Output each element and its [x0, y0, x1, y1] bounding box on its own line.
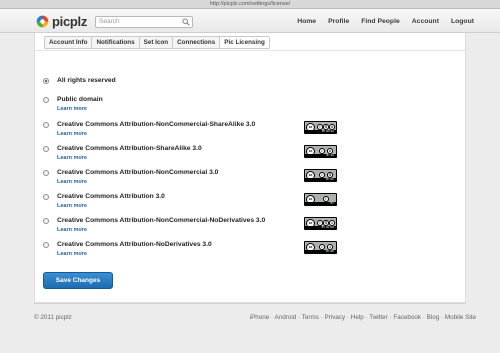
badge-text: BY SA	[305, 154, 336, 157]
license-label: All rights reserved	[57, 77, 116, 84]
logo-text: picplz	[52, 13, 88, 29]
license-option-by-nc: Creative Commons Attribution-NonCommerci…	[43, 169, 453, 189]
license-label: Creative Commons Attribution-ShareAlike …	[57, 145, 202, 152]
picplz-logo-icon	[36, 15, 49, 27]
license-label: Public domain	[57, 96, 103, 103]
badge-text: BY	[305, 202, 336, 205]
nav-find-people[interactable]: Find People	[361, 17, 400, 27]
license-option-public-domain: Public domain Learn more	[43, 96, 453, 116]
license-label: Creative Commons Attribution-NonCommerci…	[57, 121, 256, 128]
cc-by-nc-sa-badge-icon: cc i $ o BY NC SA	[304, 121, 337, 134]
learn-more-link[interactable]: Learn more	[57, 251, 87, 258]
main-nav: Home Profile Find People Account Logout	[285, 17, 474, 27]
site-footer: © 2011 picplz iPhone · Android · Terms ·…	[0, 303, 500, 353]
footer-links: iPhone · Android · Terms · Privacy · Hel…	[249, 314, 476, 321]
footer-link-android[interactable]: Android	[275, 314, 297, 321]
footer-link-help[interactable]: Help	[351, 314, 364, 321]
tab-account-info[interactable]: Account Info	[45, 37, 93, 48]
settings-card: Account Info Notifications Set Icon Conn…	[34, 33, 466, 303]
footer-link-mobile-site[interactable]: Mobile Site	[445, 314, 476, 321]
tab-connections[interactable]: Connections	[173, 37, 221, 48]
search-placeholder: Search	[99, 18, 120, 25]
license-radio[interactable]	[43, 218, 49, 224]
nav-profile[interactable]: Profile	[328, 17, 349, 27]
license-label: Creative Commons Attribution-NonCommerci…	[57, 169, 219, 176]
nav-logout[interactable]: Logout	[451, 17, 474, 27]
footer-link-facebook[interactable]: Facebook	[393, 314, 421, 321]
license-option-all-rights-reserved: All rights reserved	[43, 77, 453, 97]
learn-more-link[interactable]: Learn more	[57, 227, 87, 234]
footer-link-iphone[interactable]: iPhone	[250, 314, 270, 321]
footer-link-terms[interactable]: Terms	[302, 314, 319, 321]
search-input[interactable]: Search	[95, 16, 193, 28]
tabs-divider	[35, 50, 465, 51]
badge-text: BY NC	[305, 178, 336, 181]
search-icon[interactable]	[182, 18, 190, 26]
license-option-by: Creative Commons Attribution 3.0 Learn m…	[43, 193, 453, 213]
tab-set-icon[interactable]: Set Icon	[140, 37, 174, 48]
save-changes-button[interactable]: Save Changes	[43, 272, 113, 289]
license-radio[interactable]	[43, 194, 49, 200]
footer-link-privacy[interactable]: Privacy	[325, 314, 346, 321]
license-option-by-nc-nd: Creative Commons Attribution-NonCommerci…	[43, 217, 453, 237]
settings-tabs: Account Info Notifications Set Icon Conn…	[44, 36, 270, 49]
license-option-by-nc-sa: Creative Commons Attribution-NonCommerci…	[43, 121, 453, 141]
url-text: http://picplz.com/settings/license/	[209, 1, 291, 7]
license-label: Creative Commons Attribution-NoDerivativ…	[57, 241, 212, 248]
footer-divider	[34, 303, 466, 304]
cc-by-sa-badge-icon: cc i o BY SA	[304, 145, 337, 158]
footer-link-twitter[interactable]: Twitter	[369, 314, 388, 321]
license-radio[interactable]	[43, 97, 49, 103]
cc-by-nc-badge-icon: cc i $ BY NC	[304, 169, 337, 182]
badge-text: BY NC SA	[305, 130, 336, 133]
footer-link-blog[interactable]: Blog	[427, 314, 440, 321]
logo[interactable]: picplz	[36, 13, 87, 29]
cc-by-nc-nd-badge-icon: cc i $ = BY NC ND	[304, 217, 337, 230]
license-radio[interactable]	[43, 242, 49, 248]
learn-more-link[interactable]: Learn more	[57, 203, 87, 210]
license-option-by-nd: Creative Commons Attribution-NoDerivativ…	[43, 241, 453, 261]
license-label: Creative Commons Attribution-NonCommerci…	[57, 217, 266, 224]
cc-by-nd-badge-icon: cc i = BY ND	[304, 241, 337, 254]
license-label: Creative Commons Attribution 3.0	[57, 193, 165, 200]
badge-text: BY NC ND	[305, 226, 336, 229]
tab-notifications[interactable]: Notifications	[92, 37, 140, 48]
nav-home[interactable]: Home	[297, 17, 316, 27]
learn-more-link[interactable]: Learn more	[57, 155, 87, 162]
copyright: © 2011 picplz	[34, 314, 72, 321]
learn-more-link[interactable]: Learn more	[57, 106, 87, 113]
browser-url-bar[interactable]: http://picplz.com/settings/license/	[0, 0, 500, 9]
license-radio[interactable]	[43, 170, 49, 176]
learn-more-link[interactable]: Learn more	[57, 179, 87, 186]
learn-more-link[interactable]: Learn more	[57, 131, 87, 138]
tab-pic-licensing[interactable]: Pic Licensing	[220, 37, 269, 48]
badge-text: BY ND	[305, 250, 336, 253]
license-radio[interactable]	[43, 78, 49, 84]
license-option-by-sa: Creative Commons Attribution-ShareAlike …	[43, 145, 453, 165]
license-radio[interactable]	[43, 122, 49, 128]
cc-by-badge-icon: cc i BY	[304, 193, 337, 206]
site-header: picplz Search Home Profile Find People A…	[0, 9, 500, 33]
nav-account[interactable]: Account	[412, 17, 439, 27]
license-radio[interactable]	[43, 146, 49, 152]
